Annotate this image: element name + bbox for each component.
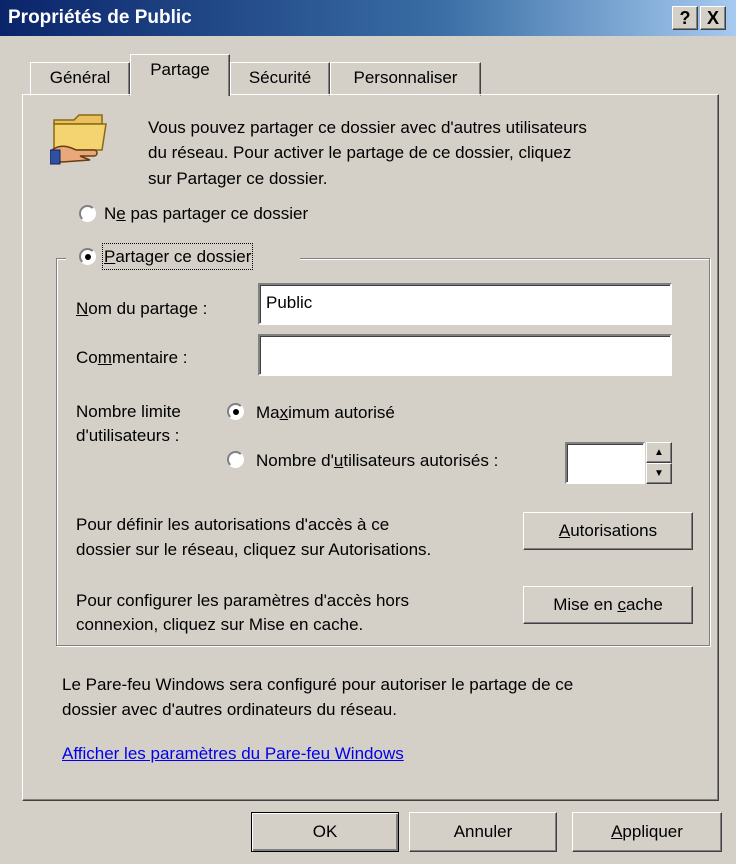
cancel-button[interactable]: Annuler bbox=[409, 812, 557, 852]
close-button[interactable]: X bbox=[700, 6, 726, 30]
apply-button[interactable]: Appliquer bbox=[572, 812, 722, 852]
spinner-up-button[interactable]: ▲ bbox=[646, 442, 672, 463]
tab-general-label: Général bbox=[49, 68, 111, 87]
intro-line-3: sur Partager ce dossier. bbox=[148, 169, 328, 188]
shared-folder-icon bbox=[50, 114, 107, 165]
share-name-input[interactable]: Public bbox=[258, 283, 672, 325]
permissions-text-line-1: Pour définir les autorisations d'accès à… bbox=[76, 515, 390, 534]
no-share-label[interactable]: Ne pas partager ce dossier bbox=[104, 202, 308, 225]
tab-partage-label: Partage bbox=[150, 60, 210, 79]
number-label[interactable]: Nombre d'utilisateurs autorisés : bbox=[256, 449, 498, 472]
spinner-down-button[interactable]: ▼ bbox=[646, 463, 672, 484]
close-icon: X bbox=[706, 8, 719, 28]
number-radio[interactable] bbox=[227, 451, 244, 468]
maximum-radio[interactable] bbox=[227, 403, 244, 420]
caching-button[interactable]: Mise en cache bbox=[523, 586, 693, 624]
firewall-text-line-2: dossier avec d'autres ordinateurs du rés… bbox=[62, 700, 397, 719]
help-icon: ? bbox=[679, 8, 691, 28]
tab-securite-label: Sécurité bbox=[248, 68, 312, 87]
maximum-radio-dot bbox=[233, 409, 239, 415]
caching-text-line-1: Pour configurer les paramètres d'accès h… bbox=[76, 591, 410, 610]
window-title: Propriétés de Public bbox=[8, 7, 192, 28]
maximum-label[interactable]: Maximum autorisé bbox=[256, 401, 395, 424]
ok-label: OK bbox=[312, 822, 338, 841]
properties-dialog: Propriétés de Public ? X Général Partage… bbox=[0, 0, 736, 864]
arrow-up-icon: ▲ bbox=[654, 447, 664, 458]
user-limit-label-line-2: d'utilisateurs : bbox=[76, 426, 180, 445]
share-radio-dot bbox=[85, 254, 91, 260]
cancel-label: Annuler bbox=[453, 822, 513, 841]
intro-line-1: Vous pouvez partager ce dossier avec d'a… bbox=[148, 118, 587, 137]
arrow-down-icon: ▼ bbox=[654, 468, 664, 479]
share-name-value: Public bbox=[266, 293, 313, 312]
user-limit-label-line-1: Nombre limite bbox=[76, 402, 181, 421]
share-label[interactable]: Partager ce dossier bbox=[101, 243, 254, 270]
ok-button[interactable]: OK bbox=[251, 812, 399, 852]
user-count-spinner-input[interactable] bbox=[565, 442, 645, 484]
comment-label: Commentaire : bbox=[76, 348, 188, 367]
firewall-text-line-1: Le Pare-feu Windows sera configuré pour … bbox=[62, 675, 574, 694]
comment-input[interactable] bbox=[258, 334, 672, 376]
tab-personnaliser-label: Personnaliser bbox=[353, 68, 458, 87]
permissions-text-line-2: dossier sur le réseau, cliquez sur Autor… bbox=[76, 540, 432, 559]
title-bar[interactable]: Propriétés de Public ? X bbox=[0, 0, 736, 36]
help-button[interactable]: ? bbox=[672, 6, 698, 30]
share-radio[interactable] bbox=[79, 248, 96, 265]
share-name-label: Nom du partage : bbox=[76, 299, 208, 318]
tab-partage[interactable]: Partage bbox=[130, 54, 230, 96]
firewall-settings-link[interactable]: Afficher les paramètres du Pare-feu Wind… bbox=[62, 742, 404, 765]
intro-line-2: du réseau. Pour activer le partage de ce… bbox=[148, 143, 572, 162]
tab-personnaliser[interactable]: Personnaliser bbox=[330, 62, 481, 96]
no-share-radio[interactable] bbox=[79, 205, 96, 222]
tab-general[interactable]: Général bbox=[30, 62, 130, 96]
caching-text-line-2: connexion, cliquez sur Mise en cache. bbox=[76, 615, 364, 634]
tab-securite[interactable]: Sécurité bbox=[230, 62, 330, 96]
permissions-button[interactable]: Autorisations bbox=[523, 512, 693, 550]
